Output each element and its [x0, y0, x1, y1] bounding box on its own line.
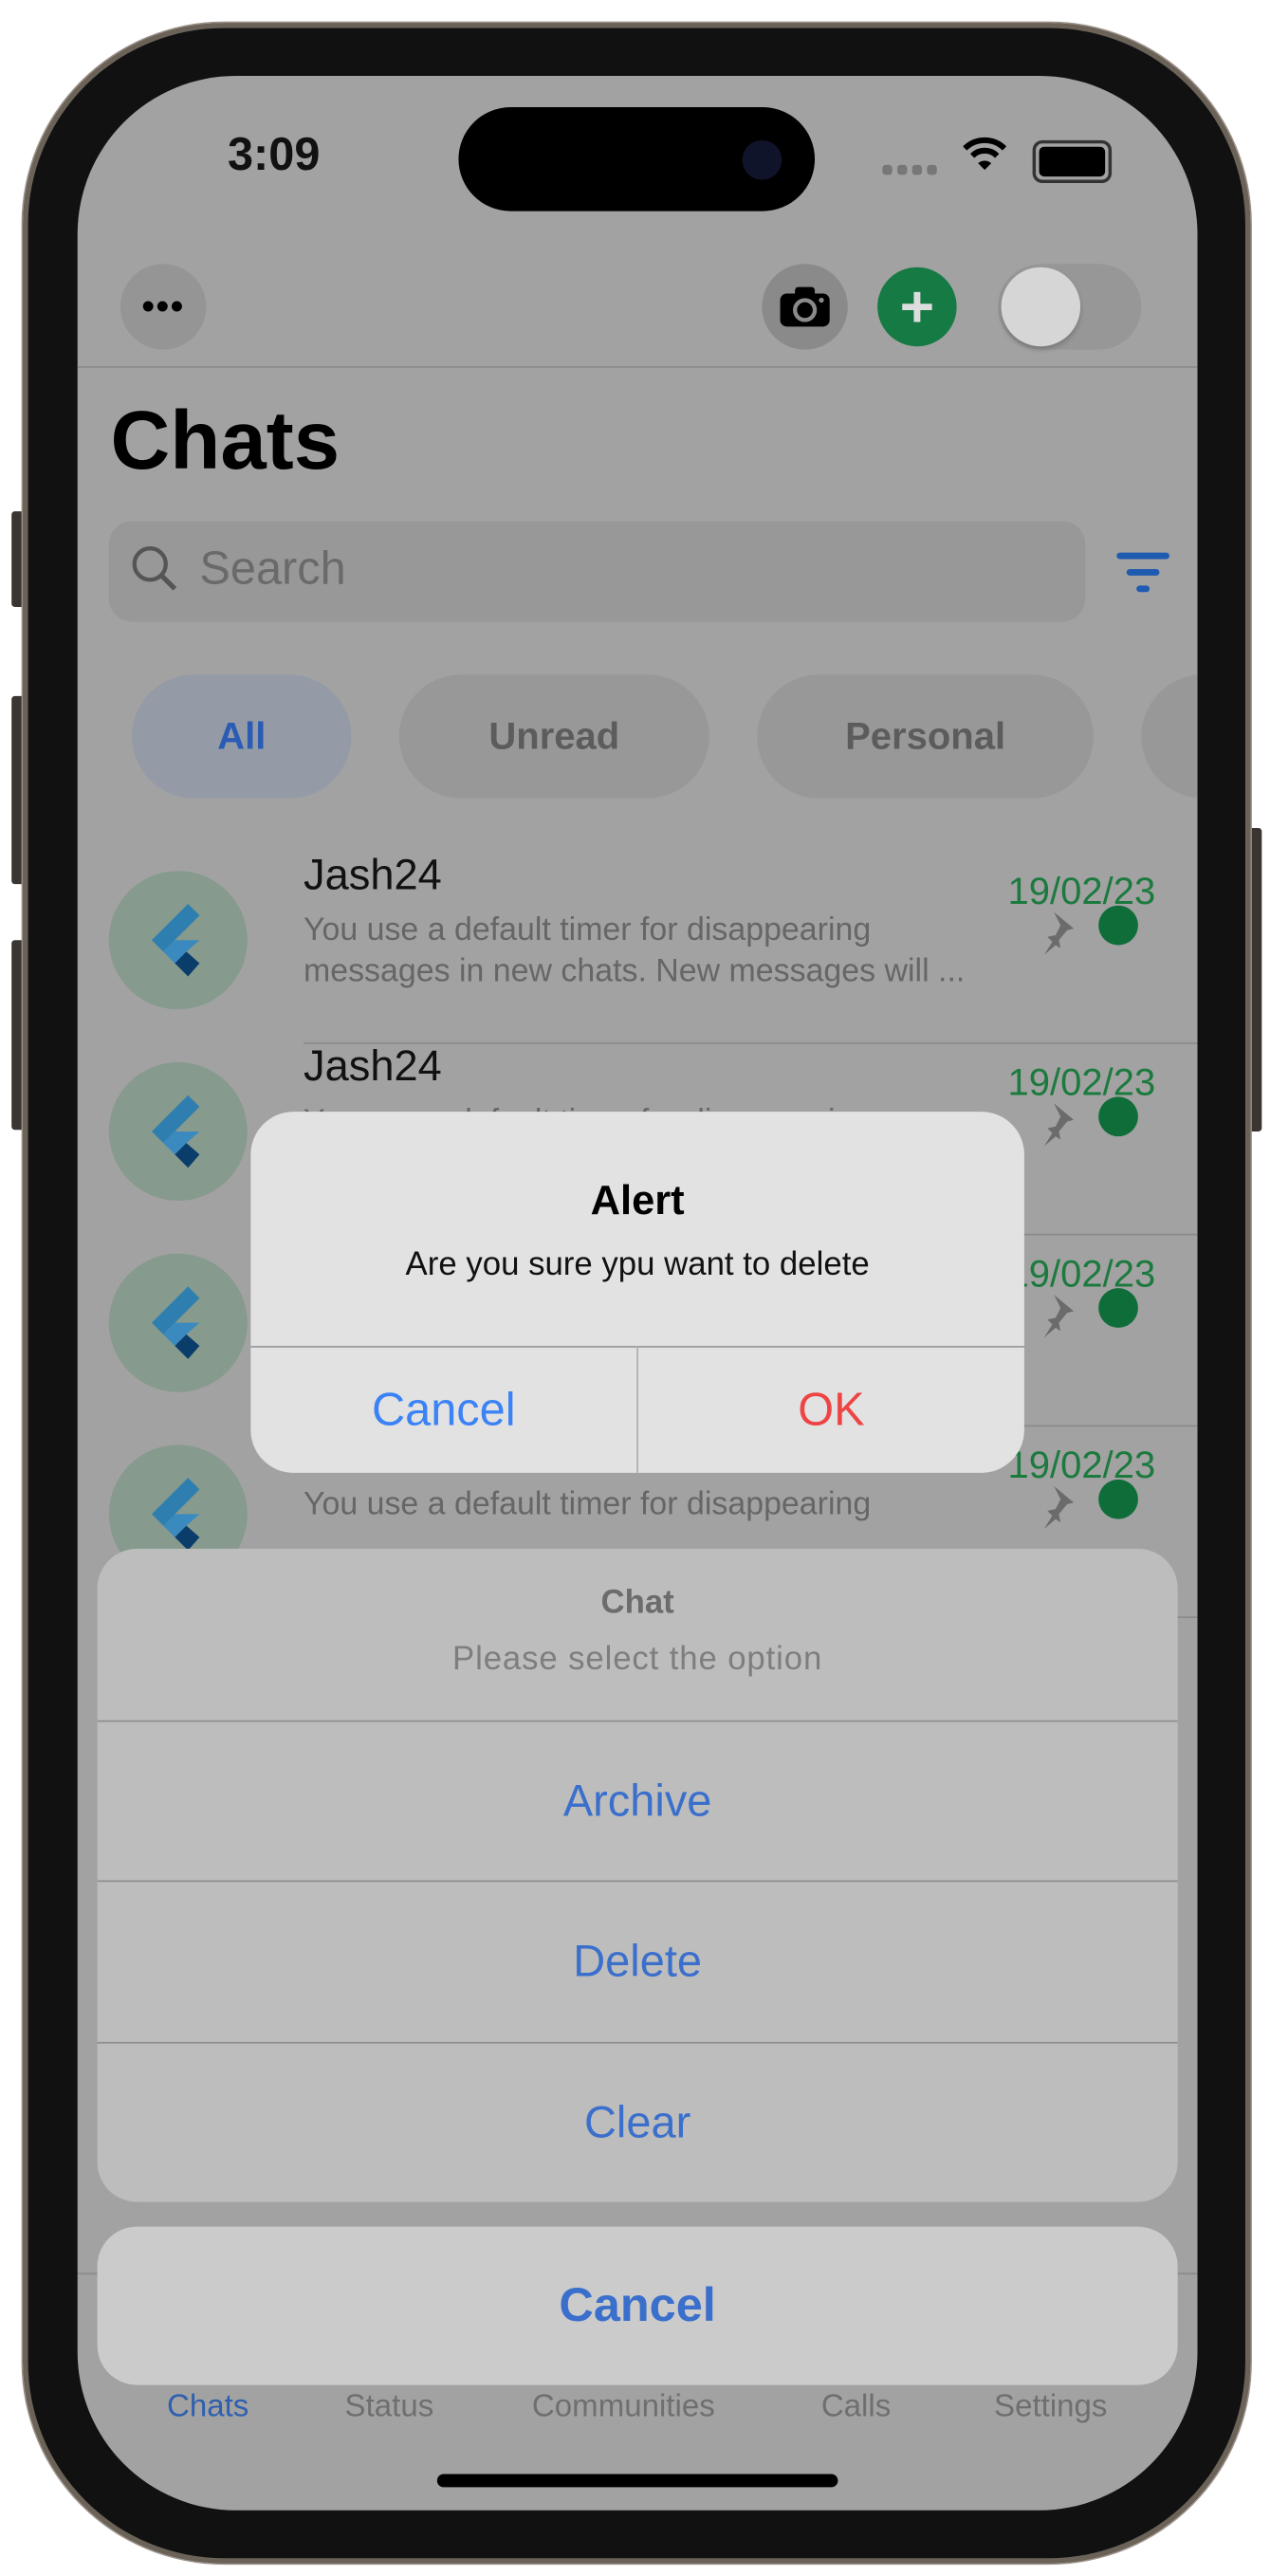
- camera-icon: [780, 286, 830, 327]
- pin-icon: [1043, 1485, 1075, 1530]
- flutter-logo-icon: [151, 903, 200, 977]
- pin-icon: [1043, 1295, 1075, 1338]
- action-sheet: Chat Please select the option Archive De…: [97, 1548, 1178, 2202]
- unread-dot: [1098, 1479, 1138, 1519]
- flutter-logo-icon: [151, 1286, 200, 1359]
- signal-icon: [882, 164, 937, 175]
- action-sheet-cancel-button[interactable]: Cancel: [97, 2226, 1178, 2385]
- plus-icon: +: [899, 271, 935, 340]
- avatar: [108, 1253, 248, 1392]
- chat-date: 19/02/23: [1007, 869, 1156, 912]
- chat-preview-line: messages in new chats. New messages will…: [303, 953, 966, 990]
- alert-dialog: Alert Are you sure ypu want to delete Ca…: [250, 1112, 1024, 1473]
- new-chat-button[interactable]: +: [877, 267, 957, 347]
- camera-button[interactable]: [762, 264, 848, 350]
- chat-date: 19/02/23: [1007, 1251, 1156, 1296]
- tab-calls[interactable]: Calls: [821, 2390, 891, 2426]
- action-sheet-subtitle: Please select the option: [452, 1641, 823, 1678]
- flutter-logo-icon: [151, 1478, 200, 1551]
- pinned-indicator: [1038, 1480, 1080, 1537]
- chat-date: 19/02/23: [1007, 1443, 1156, 1486]
- pinned-indicator: [1038, 1096, 1080, 1154]
- chat-preview: You use a default timer for disappearing…: [304, 911, 1013, 993]
- avatar: [108, 871, 248, 1010]
- chat-date: 19/02/23: [1007, 1060, 1156, 1104]
- more-button[interactable]: •••: [120, 264, 207, 350]
- camera-lens-icon: [742, 139, 782, 180]
- action-sheet-title: Chat: [600, 1585, 674, 1622]
- dynamic-island: [458, 107, 816, 212]
- tab-communities[interactable]: Communities: [532, 2390, 715, 2426]
- alert-cancel-button[interactable]: Cancel: [250, 1348, 636, 1473]
- theme-toggle[interactable]: [998, 264, 1142, 350]
- pinned-indicator: [1038, 1288, 1080, 1346]
- archive-option[interactable]: Archive: [97, 1720, 1178, 1882]
- unread-dot: [1098, 905, 1138, 946]
- delete-option[interactable]: Delete: [97, 1880, 1178, 2041]
- unread-dot: [1098, 1288, 1138, 1328]
- avatar: [108, 1061, 248, 1201]
- pin-icon: [1043, 1103, 1075, 1147]
- search-input[interactable]: Search: [108, 521, 1086, 622]
- chat-name: Jash24: [303, 849, 442, 899]
- search-icon: [132, 546, 177, 591]
- alert-ok-button[interactable]: OK: [638, 1348, 1024, 1473]
- search-placeholder: Search: [199, 543, 346, 595]
- tab-settings[interactable]: Settings: [994, 2390, 1107, 2426]
- wifi-icon: [963, 137, 1006, 171]
- filter-chip-more[interactable]: [1141, 674, 1198, 799]
- chat-preview-line: You use a default timer for disappearing: [303, 1485, 872, 1523]
- filter-chip-all[interactable]: All: [132, 674, 352, 799]
- screen: 3:09 ••• + Chats Search All Unread Perso…: [77, 75, 1198, 2511]
- page-title: Chats: [110, 394, 341, 488]
- chat-name: Jash24: [303, 1040, 442, 1091]
- unread-dot: [1098, 1096, 1138, 1137]
- chat-preview: You use a default timer for disappearing: [304, 1484, 1013, 1525]
- status-time: 3:09: [227, 128, 321, 180]
- battery-icon: [1032, 139, 1113, 184]
- chat-preview-line: You use a default timer for disappearing: [303, 911, 872, 948]
- filter-chip-personal[interactable]: Personal: [757, 674, 1094, 799]
- alert-title: Alert: [590, 1177, 685, 1224]
- alert-message: Are you sure ypu want to delete: [405, 1246, 870, 1283]
- pin-icon: [1043, 911, 1075, 955]
- header-divider: [77, 366, 1198, 368]
- power-button[interactable]: [1248, 827, 1262, 1132]
- clear-option[interactable]: Clear: [97, 2041, 1178, 2202]
- home-indicator[interactable]: [436, 2474, 838, 2488]
- tab-status[interactable]: Status: [345, 2390, 434, 2426]
- pinned-indicator: [1038, 906, 1080, 964]
- flutter-logo-icon: [151, 1095, 200, 1168]
- filter-icon[interactable]: [1116, 551, 1169, 594]
- filter-chip-unread[interactable]: Unread: [398, 674, 709, 799]
- tab-chats[interactable]: Chats: [167, 2390, 248, 2426]
- chat-list-item[interactable]: Jash24 You use a default timer for disapp…: [78, 849, 1198, 1044]
